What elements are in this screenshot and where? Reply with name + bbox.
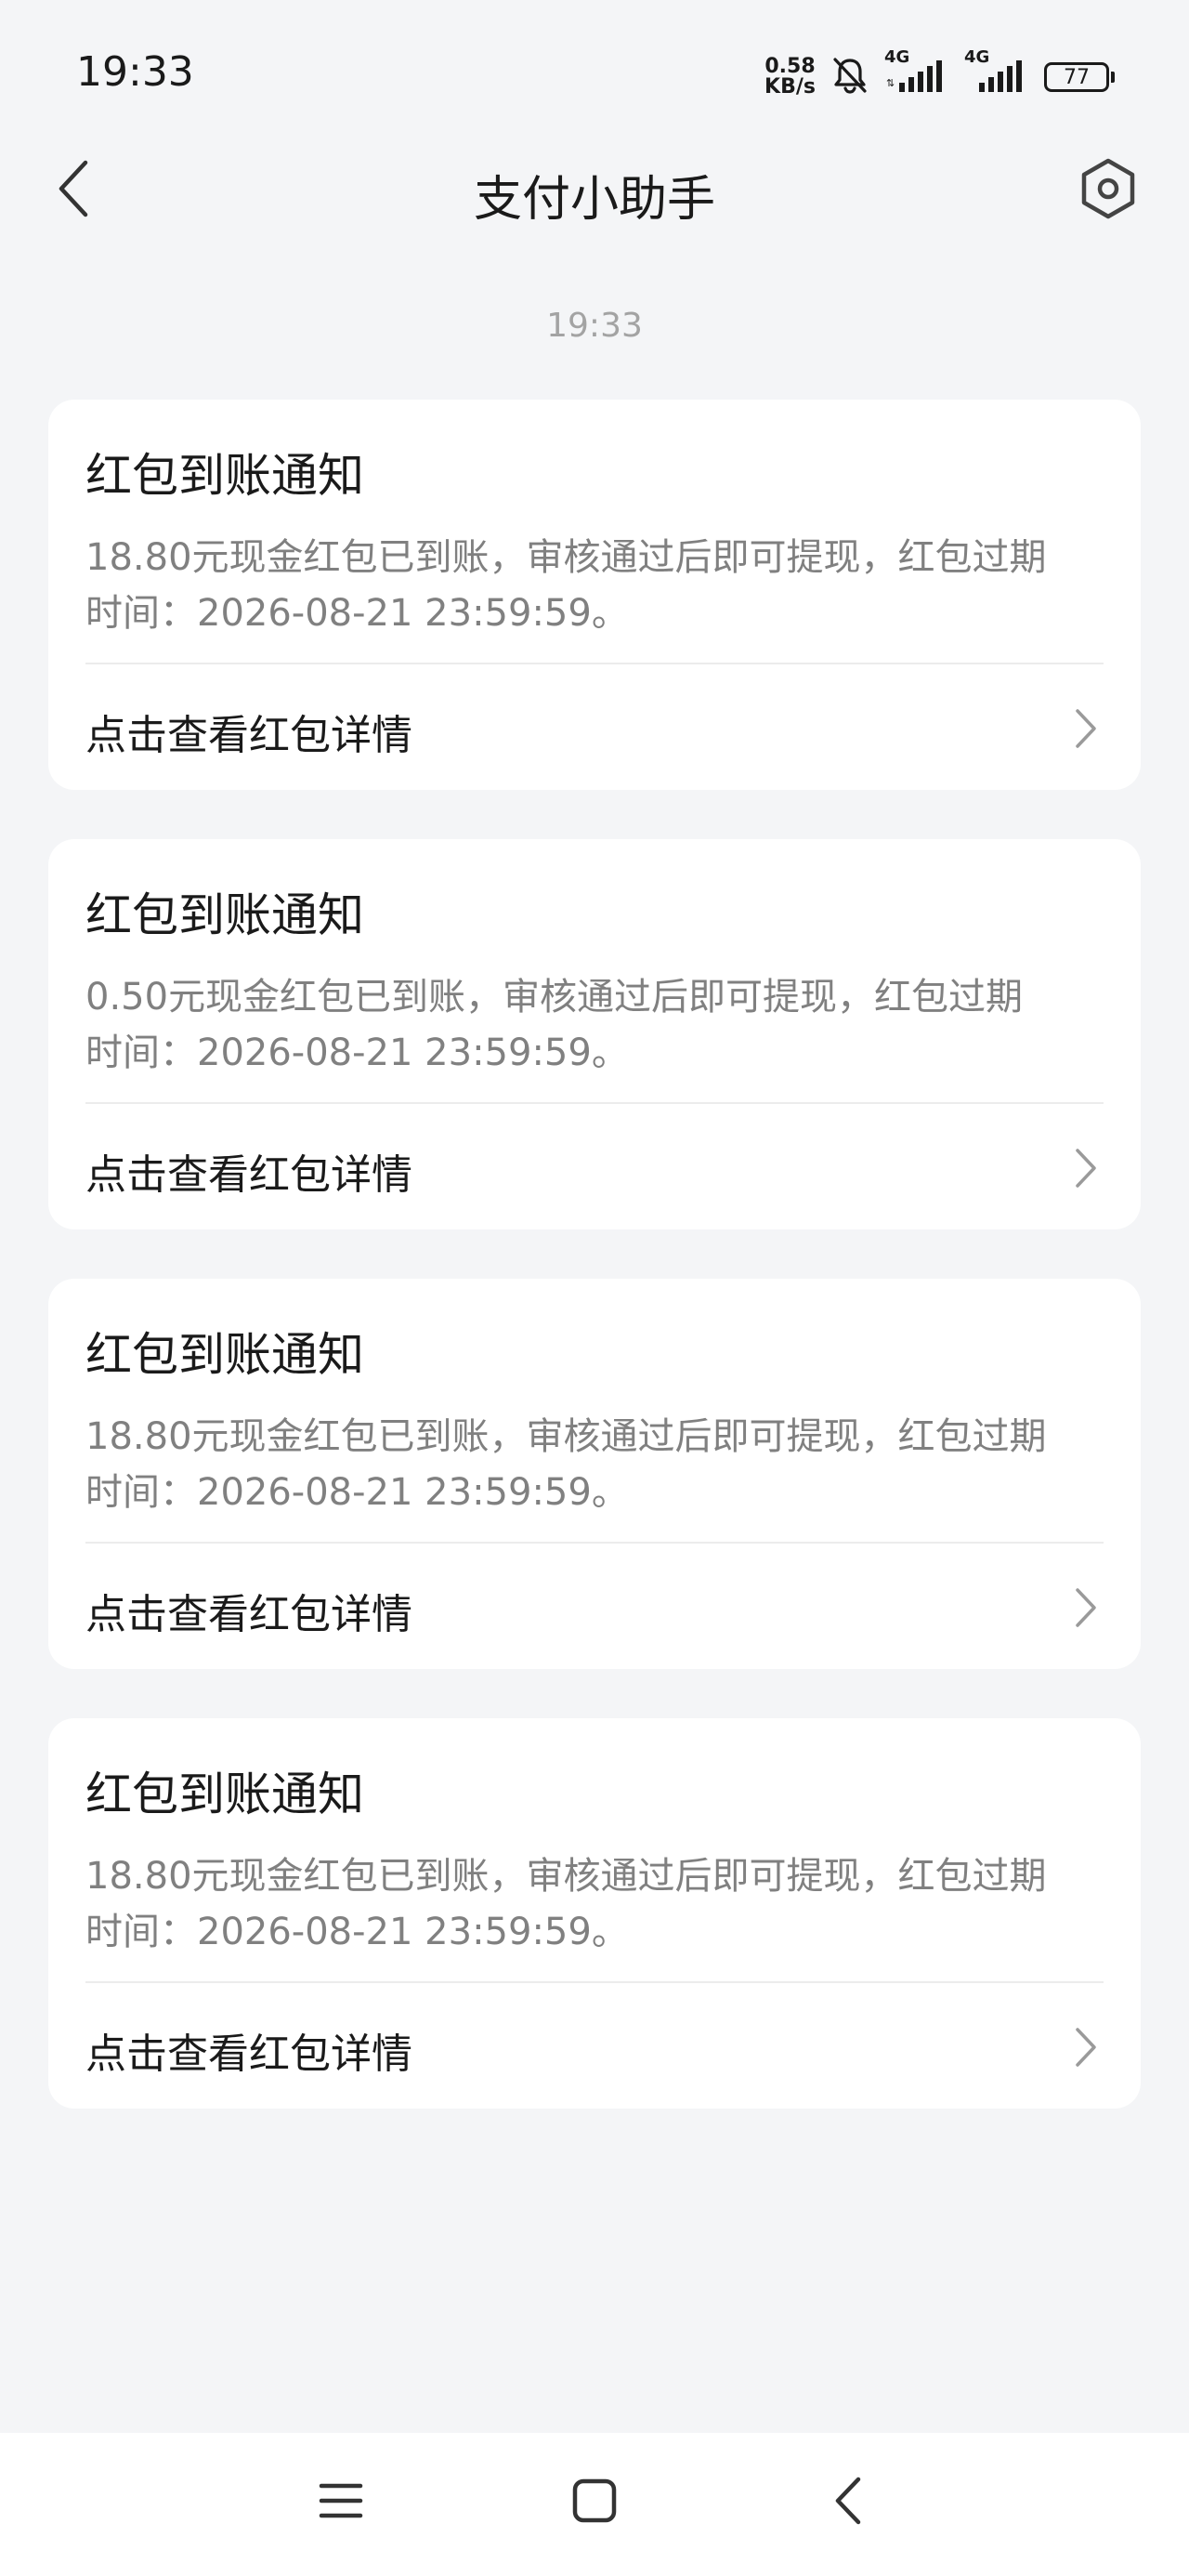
card-body-line: 18.80元现金红包已到账，审核通过后即可提现，红包过期 — [85, 1855, 1047, 1898]
card-body: 18.80元现金红包已到账，审核通过后即可提现，红包过期 时间：2026-08-… — [85, 530, 1117, 641]
card-title: 红包到账通知 — [85, 1328, 364, 1382]
card-body-line: 时间：2026-08-21 23:59:59。 — [85, 1911, 629, 1953]
notification-card: 红包到账通知 0.50元现金红包已到账，审核通过后即可提现，红包过期 时间：20… — [48, 839, 1141, 1229]
bell-off-icon — [829, 54, 871, 100]
status-icons: 0.58 KB/s 4G ⇅ 4G 77 — [764, 47, 1115, 100]
notification-card: 红包到账通知 18.80元现金红包已到账，审核通过后即可提现，红包过期 时间：2… — [48, 400, 1141, 790]
status-bar: 19:33 0.58 KB/s 4G ⇅ 4G 77 — [0, 0, 1189, 139]
status-time: 19:33 — [76, 48, 194, 96]
notification-card: 红包到账通知 18.80元现金红包已到账，审核通过后即可提现，红包过期 时间：2… — [48, 1279, 1141, 1669]
card-body: 18.80元现金红包已到账，审核通过后即可提现，红包过期 时间：2026-08-… — [85, 1848, 1117, 1960]
settings-button[interactable] — [1074, 156, 1143, 225]
battery-tip — [1111, 72, 1115, 83]
menu-button[interactable] — [304, 2470, 378, 2535]
network-speed-value: 0.58 — [764, 55, 816, 78]
page-title: 支付小助手 — [473, 172, 715, 228]
view-details-link[interactable]: 点击查看红包详情 — [48, 1544, 1141, 1669]
view-details-label: 点击查看红包详情 — [85, 712, 412, 759]
view-details-link[interactable]: 点击查看红包详情 — [48, 1983, 1141, 2109]
network-speed-unit: KB/s — [764, 75, 816, 99]
chevron-left-icon — [832, 2476, 864, 2530]
view-details-label: 点击查看红包详情 — [85, 1151, 412, 1199]
chevron-right-icon — [1072, 2024, 1100, 2070]
message-timestamp: 19:33 — [546, 307, 643, 345]
notification-card: 红包到账通知 18.80元现金红包已到账，审核通过后即可提现，红包过期 时间：2… — [48, 1718, 1141, 2109]
sim2-signal: 4G — [964, 47, 1031, 99]
battery-level: 77 — [1044, 62, 1109, 92]
card-title: 红包到账通知 — [85, 1768, 364, 1821]
view-details-label: 点击查看红包详情 — [85, 1591, 412, 1638]
hexagon-settings-icon — [1077, 157, 1140, 224]
svg-text:⇅: ⇅ — [886, 77, 895, 89]
view-details-link[interactable]: 点击查看红包详情 — [48, 1104, 1141, 1229]
card-body: 0.50元现金红包已到账，审核通过后即可提现，红包过期 时间：2026-08-2… — [85, 969, 1117, 1081]
card-title: 红包到账通知 — [85, 888, 364, 942]
sim1-signal: 4G ⇅ — [884, 47, 951, 99]
card-body-line: 0.50元现金红包已到账，审核通过后即可提现，红包过期 — [85, 976, 1024, 1019]
network-speed: 0.58 KB/s — [764, 57, 816, 98]
sim1-network-label: 4G — [884, 47, 910, 67]
back-nav-button[interactable] — [811, 2470, 885, 2535]
card-body-line: 时间：2026-08-21 23:59:59。 — [85, 592, 629, 635]
system-navigation-bar — [0, 2433, 1189, 2576]
battery-indicator: 77 — [1044, 62, 1115, 92]
card-title: 红包到账通知 — [85, 449, 364, 503]
card-body-line: 18.80元现金红包已到账，审核通过后即可提现，红包过期 — [85, 536, 1047, 579]
menu-icon — [318, 2480, 364, 2525]
chevron-right-icon — [1072, 1145, 1100, 1191]
home-square-icon — [571, 2477, 618, 2528]
view-details-label: 点击查看红包详情 — [85, 2031, 412, 2078]
card-body-line: 时间：2026-08-21 23:59:59。 — [85, 1032, 629, 1074]
card-body-line: 时间：2026-08-21 23:59:59。 — [85, 1471, 629, 1514]
chevron-right-icon — [1072, 705, 1100, 752]
sim2-network-label: 4G — [964, 47, 990, 67]
header: 支付小助手 — [0, 139, 1189, 242]
home-button[interactable] — [557, 2470, 632, 2535]
card-body: 18.80元现金红包已到账，审核通过后即可提现，红包过期 时间：2026-08-… — [85, 1409, 1117, 1520]
view-details-link[interactable]: 点击查看红包详情 — [48, 664, 1141, 790]
card-body-line: 18.80元现金红包已到账，审核通过后即可提现，红包过期 — [85, 1415, 1047, 1458]
chevron-right-icon — [1072, 1584, 1100, 1631]
